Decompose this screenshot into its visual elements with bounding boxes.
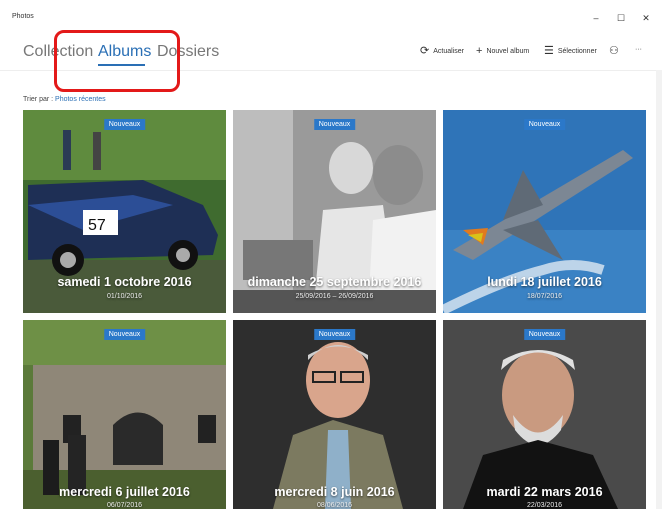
album-date: 25/09/2016 – 26/09/2016 <box>295 293 374 300</box>
refresh-button[interactable]: ⟳ Actualiser <box>420 46 464 57</box>
minimize-button[interactable]: – <box>586 10 606 26</box>
more-icon: ··· <box>635 46 642 53</box>
account-icon: ⚇ <box>609 45 619 57</box>
album-title: lundi 18 juillet 2016 <box>487 275 602 289</box>
new-badge: Nouveaux <box>103 119 146 130</box>
album-tile[interactable]: 57 Nouveaux samedi 1 octobre 2016 01/10/… <box>23 110 226 313</box>
album-title: mercredi 6 juillet 2016 <box>59 485 190 499</box>
album-tile[interactable]: Nouveaux dimanche 25 septembre 2016 25/0… <box>233 110 436 313</box>
album-tile[interactable]: Nouveaux mercredi 8 juin 2016 08/06/2016 <box>233 320 436 509</box>
account-button[interactable]: ⚇ <box>609 46 619 57</box>
album-cover-image <box>443 320 646 509</box>
select-label: Sélectionner <box>557 48 597 55</box>
refresh-icon: ⟳ <box>420 45 430 57</box>
album-date: 06/07/2016 <box>106 502 143 509</box>
album-title: mardi 22 mars 2016 <box>486 485 603 499</box>
new-badge: Nouveaux <box>103 329 146 340</box>
album-tile[interactable]: Nouveaux mardi 22 mars 2016 22/03/2016 <box>443 320 646 509</box>
svg-text:57: 57 <box>88 217 106 234</box>
new-album-button[interactable]: + Nouvel album <box>476 46 529 57</box>
album-tile[interactable]: Nouveaux mercredi 6 juillet 2016 06/07/2… <box>23 320 226 509</box>
album-cover-image <box>233 320 436 509</box>
new-badge: Nouveaux <box>523 329 566 340</box>
sort-value-link[interactable]: Photos récentes <box>55 96 106 103</box>
album-tile[interactable]: Nouveaux lundi 18 juillet 2016 18/07/201… <box>443 110 646 313</box>
title-bar: Photos – ☐ ✕ <box>0 0 662 30</box>
scrollbar-track[interactable] <box>656 70 662 509</box>
album-date: 22/03/2016 <box>526 502 563 509</box>
album-title: samedi 1 octobre 2016 <box>57 275 192 289</box>
more-button[interactable]: ··· <box>635 46 642 53</box>
new-badge: Nouveaux <box>313 119 356 130</box>
album-date: 08/06/2016 <box>316 502 353 509</box>
select-button[interactable]: ☰ Sélectionner <box>544 46 597 57</box>
maximize-button[interactable]: ☐ <box>611 10 631 26</box>
album-date: 01/10/2016 <box>106 293 143 300</box>
plus-icon: + <box>476 45 483 57</box>
sort-label: Trier par : <box>23 96 54 103</box>
album-title: mercredi 8 juin 2016 <box>274 485 395 499</box>
album-date: 18/07/2016 <box>526 293 563 300</box>
close-button[interactable]: ✕ <box>636 10 656 26</box>
new-badge: Nouveaux <box>523 119 566 130</box>
album-cover-image <box>23 320 226 509</box>
new-album-label: Nouvel album <box>486 48 530 55</box>
refresh-label: Actualiser <box>433 48 464 55</box>
sort-control[interactable]: Trier par : Photos récentes <box>23 96 106 103</box>
album-title: dimanche 25 septembre 2016 <box>247 275 422 289</box>
highlight-box <box>54 30 180 92</box>
select-icon: ☰ <box>544 45 554 57</box>
new-badge: Nouveaux <box>313 329 356 340</box>
app-title: Photos <box>12 13 34 20</box>
